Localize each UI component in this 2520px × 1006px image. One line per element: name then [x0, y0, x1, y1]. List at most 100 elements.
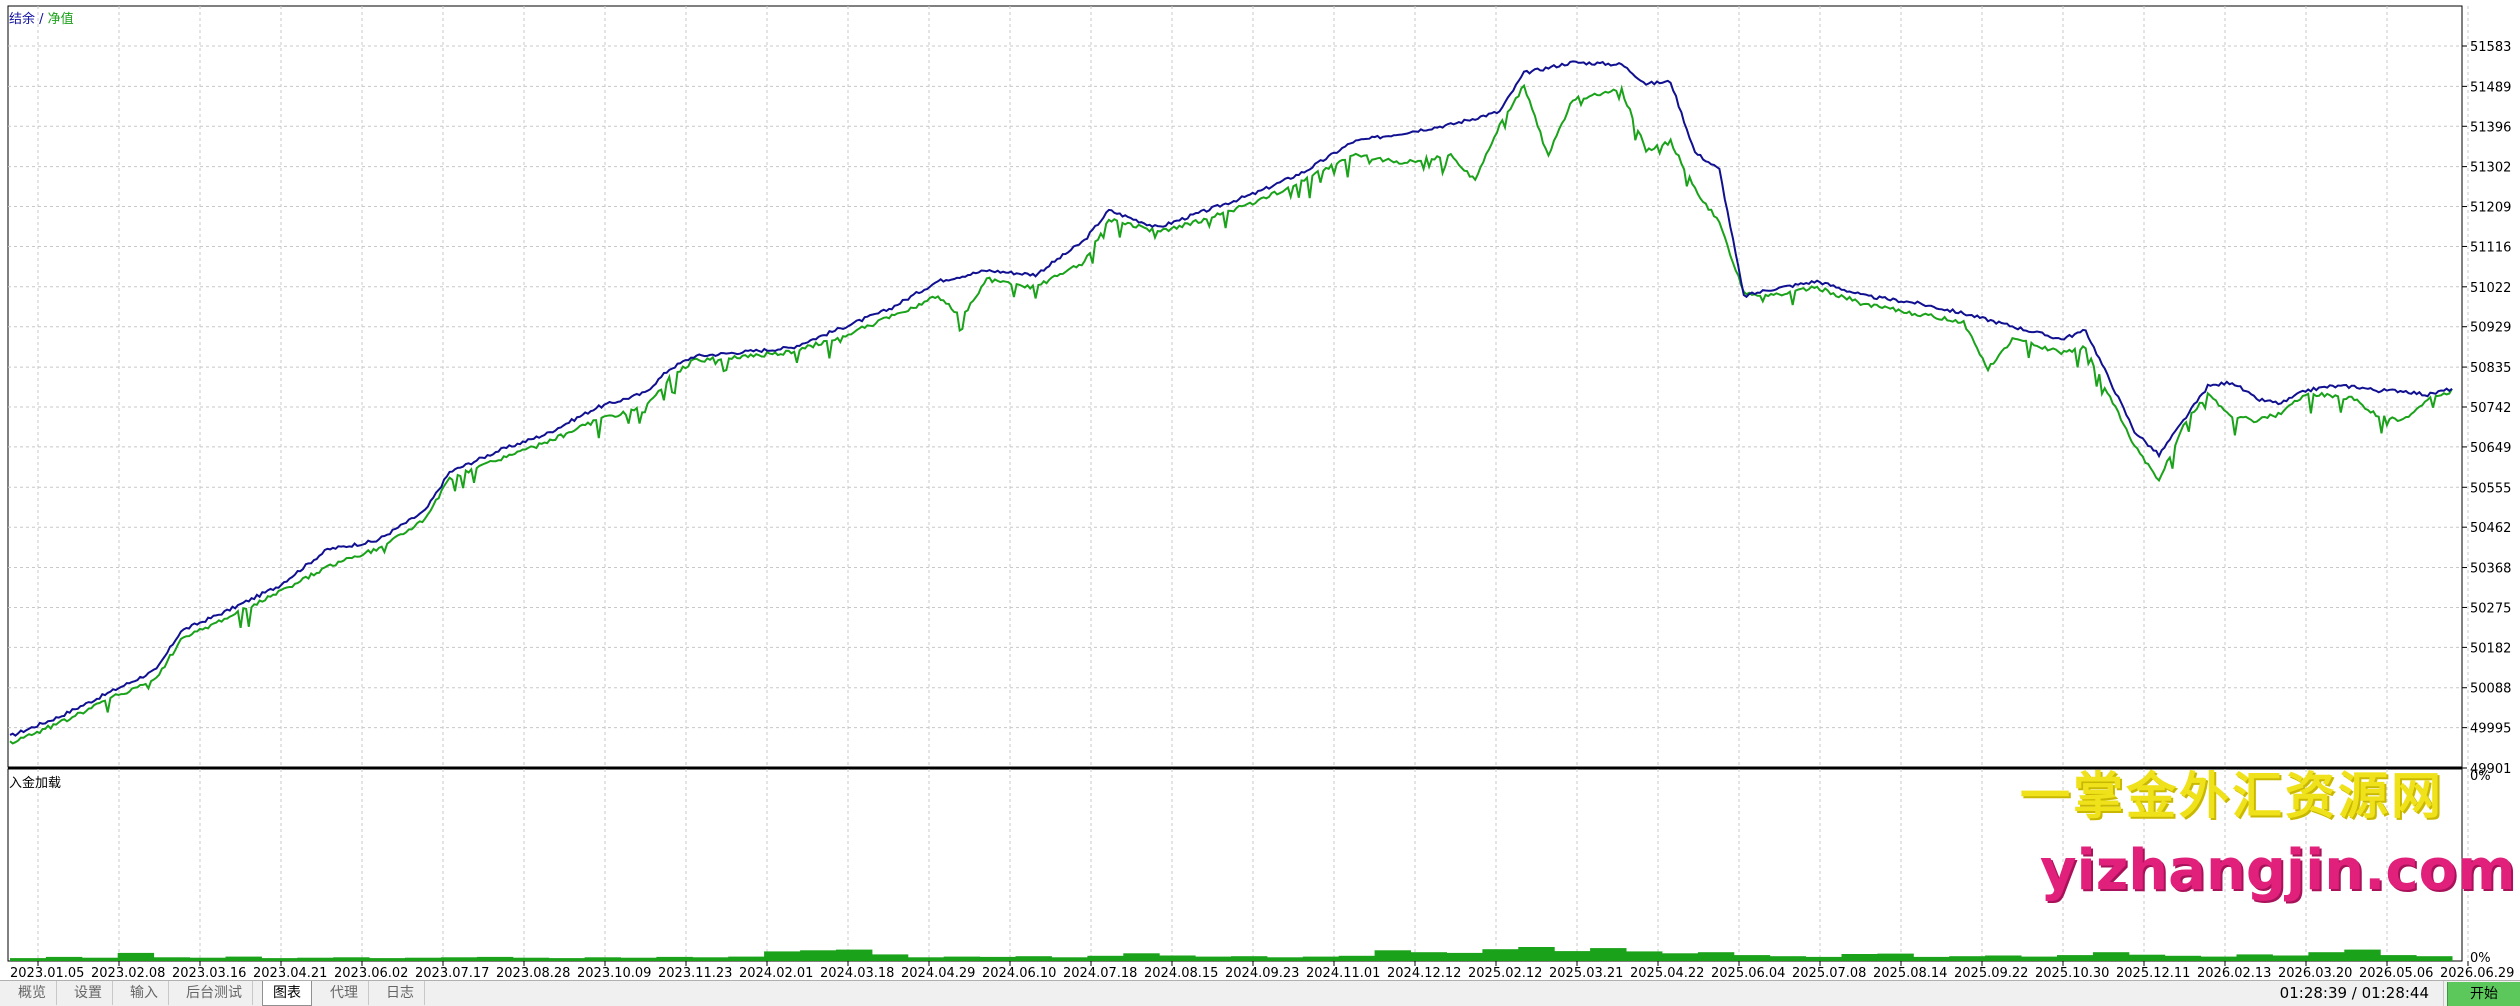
x-tick-label: 2025.08.14 [1873, 966, 1947, 980]
x-tick-label: 2026.05.06 [2359, 966, 2433, 980]
deposit-load-bar [2272, 955, 2309, 961]
y-tick-label: 50275 [2470, 601, 2511, 616]
y-tick-label: 51209 [2470, 201, 2511, 216]
x-tick-label: 2025.09.22 [1954, 966, 2028, 980]
deposit-load-bar [907, 957, 945, 961]
deposit-load-bar [2092, 952, 2130, 961]
x-tick-label: 2024.08.15 [1144, 966, 1218, 980]
deposit-load-bar [117, 952, 155, 961]
tab-inputs[interactable]: 输入 [120, 981, 169, 1005]
deposit-load-bar [1805, 956, 1842, 961]
deposit-load-bar [1231, 956, 1268, 961]
deposit-load-bar [2057, 955, 2094, 961]
tab-settings[interactable]: 设置 [64, 981, 113, 1005]
deposit-load-bar [2416, 956, 2453, 961]
legend-equity: 净值 [47, 12, 74, 27]
x-tick-label: 2025.10.30 [2035, 966, 2109, 980]
deposit-load-bar [836, 949, 873, 961]
y-tick-label: 51489 [2470, 80, 2511, 95]
deposit-load-bar [1985, 955, 2022, 961]
tab-overview[interactable]: 概览 [8, 981, 57, 1005]
tab-journal[interactable]: 日志 [376, 981, 425, 1005]
x-tick-label: 2023.06.02 [334, 966, 408, 980]
deposit-load-bar [405, 957, 442, 961]
tab-agents[interactable]: 代理 [320, 981, 369, 1005]
strategy-tester-chart: 51583 51489 51396 51302 51209 51116 51022 50929… [0, 0, 2520, 980]
x-tick-label: 2026.02.13 [2197, 966, 2271, 980]
tab-backtest[interactable]: 后台测试 [176, 981, 253, 1005]
deposit-load-bar [261, 958, 298, 961]
tester-tab-bar: 概览 设置 输入 后台测试 图表 代理 日志 01:28:39 / 01:28:… [0, 980, 2520, 1006]
deposit-load-bar [369, 958, 406, 961]
x-tick-label: 2023.04.21 [253, 966, 327, 980]
deposit-load-bar [2200, 956, 2237, 961]
deposit-load-bar [1123, 953, 1160, 961]
deposit-load-bar [584, 957, 621, 961]
y-tick-label: 50742 [2470, 401, 2511, 416]
deposit-load-bar [2021, 956, 2058, 961]
x-tick-label: 2023.11.23 [658, 966, 732, 980]
deposit-load-bar [1877, 953, 1914, 961]
x-tick-label: 2023.07.17 [415, 966, 489, 980]
deposit-load-bar [656, 956, 693, 961]
deposit-load-bar [2380, 955, 2417, 961]
x-tick-label: 2023.10.09 [577, 966, 651, 980]
x-tick-label: 2026.03.20 [2278, 966, 2352, 980]
deposit-load-bar [1769, 956, 1807, 961]
y-tick-label: 49995 [2470, 722, 2511, 737]
x-tick-label: 2025.02.12 [1468, 966, 1542, 980]
deposit-load-bar [943, 956, 981, 961]
x-tick-label: 2026.06.29 [2440, 966, 2514, 980]
x-tick-label: 2025.04.22 [1630, 966, 1704, 980]
x-tick-label: 2025.12.11 [2116, 966, 2190, 980]
deposit-load-bar [692, 957, 729, 961]
deposit-load-bar [440, 957, 478, 961]
y-tick-label: 50649 [2470, 441, 2511, 456]
deposit-load-bar [979, 956, 1016, 961]
deposit-load-bar [2308, 952, 2345, 961]
deposit-load-bar [728, 956, 765, 961]
sub-plot-frame [7, 768, 2463, 962]
deposit-load-bar [1590, 948, 1627, 961]
deposit-load-bar [1302, 956, 1340, 961]
x-tick-label: 2025.07.08 [1792, 966, 1866, 980]
deposit-load-bar [800, 950, 837, 961]
deposit-load-bar [2164, 955, 2202, 961]
tab-chart[interactable]: 图表 [262, 981, 312, 1006]
x-tick-label: 2024.11.01 [1306, 966, 1380, 980]
deposit-load-bar [1518, 947, 1555, 961]
x-tick-label: 2023.03.16 [172, 966, 246, 980]
y-tick-label: 51022 [2470, 281, 2511, 296]
start-button[interactable]: 开始 [2447, 982, 2520, 1006]
legend-separator: / [35, 12, 48, 27]
chart-legend: 结余 / 净值 [9, 8, 74, 27]
x-tick-label: 2024.12.12 [1387, 966, 1461, 980]
x-tick-label: 2023.02.08 [91, 966, 165, 980]
deposit-load-bar [1051, 957, 1088, 961]
deposit-load-bar [2344, 949, 2381, 961]
deposit-load-bar [1446, 952, 1483, 961]
deposit-load-bar [333, 957, 370, 961]
deposit-load-title: 入金加载 [9, 776, 62, 791]
x-tick-label: 2024.04.29 [901, 966, 975, 980]
deposit-load-bar [1913, 956, 1950, 961]
deposit-load-bar [1841, 954, 1878, 961]
deposit-load-bar [1554, 951, 1591, 961]
deposit-load-bar [1338, 955, 1376, 961]
y-tick-label: 51583 [2470, 40, 2511, 55]
deposit-load-bar [1159, 955, 1196, 961]
x-tick-label: 2025.03.21 [1549, 966, 1623, 980]
deposit-load-bar [1733, 955, 1771, 961]
deposit-load-bar [189, 957, 226, 961]
deposit-load-bar [1661, 953, 1699, 961]
deposit-load-bar [2236, 954, 2273, 961]
y-tick-label: 50182 [2470, 641, 2511, 656]
y-tick-label: 51396 [2470, 120, 2511, 135]
deposit-load-bar [1195, 956, 1232, 961]
y-tick-label: 50462 [2470, 521, 2511, 536]
deposit-load-bar [1626, 951, 1663, 961]
deposit-load-bar [764, 951, 801, 961]
x-tick-label: 2025.06.04 [1711, 966, 1785, 980]
deposit-load-bar [476, 956, 514, 961]
x-tick-label: 2023.01.05 [10, 966, 84, 980]
